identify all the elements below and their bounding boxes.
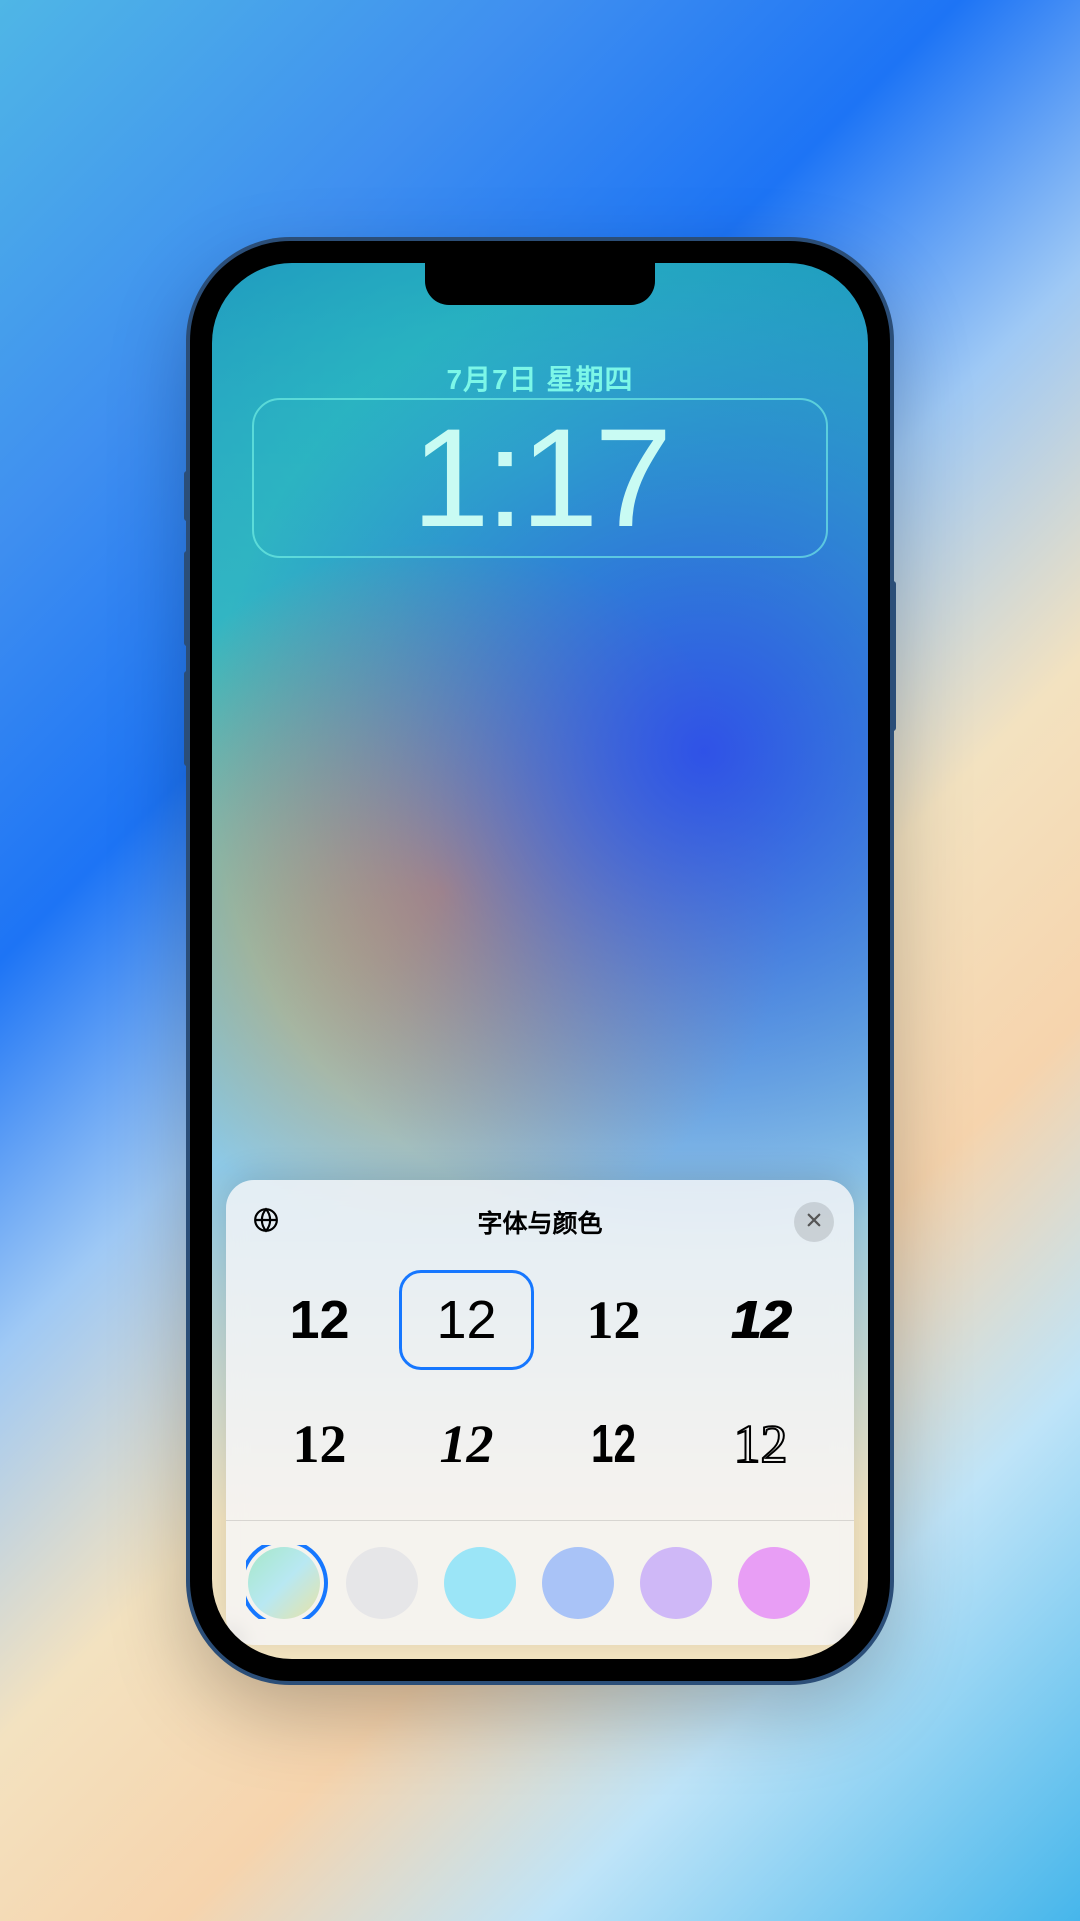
divider (226, 1520, 854, 1521)
font-option-0[interactable]: 12 (252, 1270, 387, 1370)
font-grid: 1212121212121212 (246, 1270, 834, 1520)
notch (425, 263, 655, 305)
globe-icon (253, 1207, 279, 1236)
color-swatch-1[interactable] (346, 1547, 418, 1619)
lockscreen-time-frame[interactable]: 1:17 (252, 398, 828, 558)
device-frame: 7月7日 星期四 1:17 字体与颜色 (190, 241, 890, 1681)
globe-button[interactable] (246, 1202, 286, 1242)
color-swatch-0[interactable] (248, 1547, 320, 1619)
font-option-2[interactable]: 12 (546, 1270, 681, 1370)
font-option-7[interactable]: 12 (693, 1394, 828, 1494)
font-option-4[interactable]: 12 (252, 1394, 387, 1494)
color-row[interactable] (246, 1545, 834, 1619)
font-option-3[interactable]: 12 (693, 1270, 828, 1370)
sheet-header: 字体与颜色 (246, 1202, 834, 1242)
font-option-6[interactable]: 12 (563, 1394, 664, 1494)
side-button (890, 581, 896, 731)
side-button (184, 471, 190, 521)
color-swatch-3[interactable] (542, 1547, 614, 1619)
close-icon (805, 1211, 823, 1232)
color-swatch-4[interactable] (640, 1547, 712, 1619)
screen: 7月7日 星期四 1:17 字体与颜色 (212, 263, 868, 1659)
font-option-1[interactable]: 12 (399, 1270, 534, 1370)
font-color-sheet: 字体与颜色 1212121212121212 (226, 1180, 854, 1645)
lockscreen-time: 1:17 (412, 408, 668, 548)
lockscreen-date: 7月7日 星期四 (212, 358, 868, 398)
font-option-5[interactable]: 12 (399, 1394, 534, 1494)
side-button (184, 551, 190, 646)
sheet-title: 字体与颜色 (286, 1204, 794, 1240)
color-swatch-2[interactable] (444, 1547, 516, 1619)
close-button[interactable] (794, 1202, 834, 1242)
color-swatch-5[interactable] (738, 1547, 810, 1619)
side-button (184, 671, 190, 766)
